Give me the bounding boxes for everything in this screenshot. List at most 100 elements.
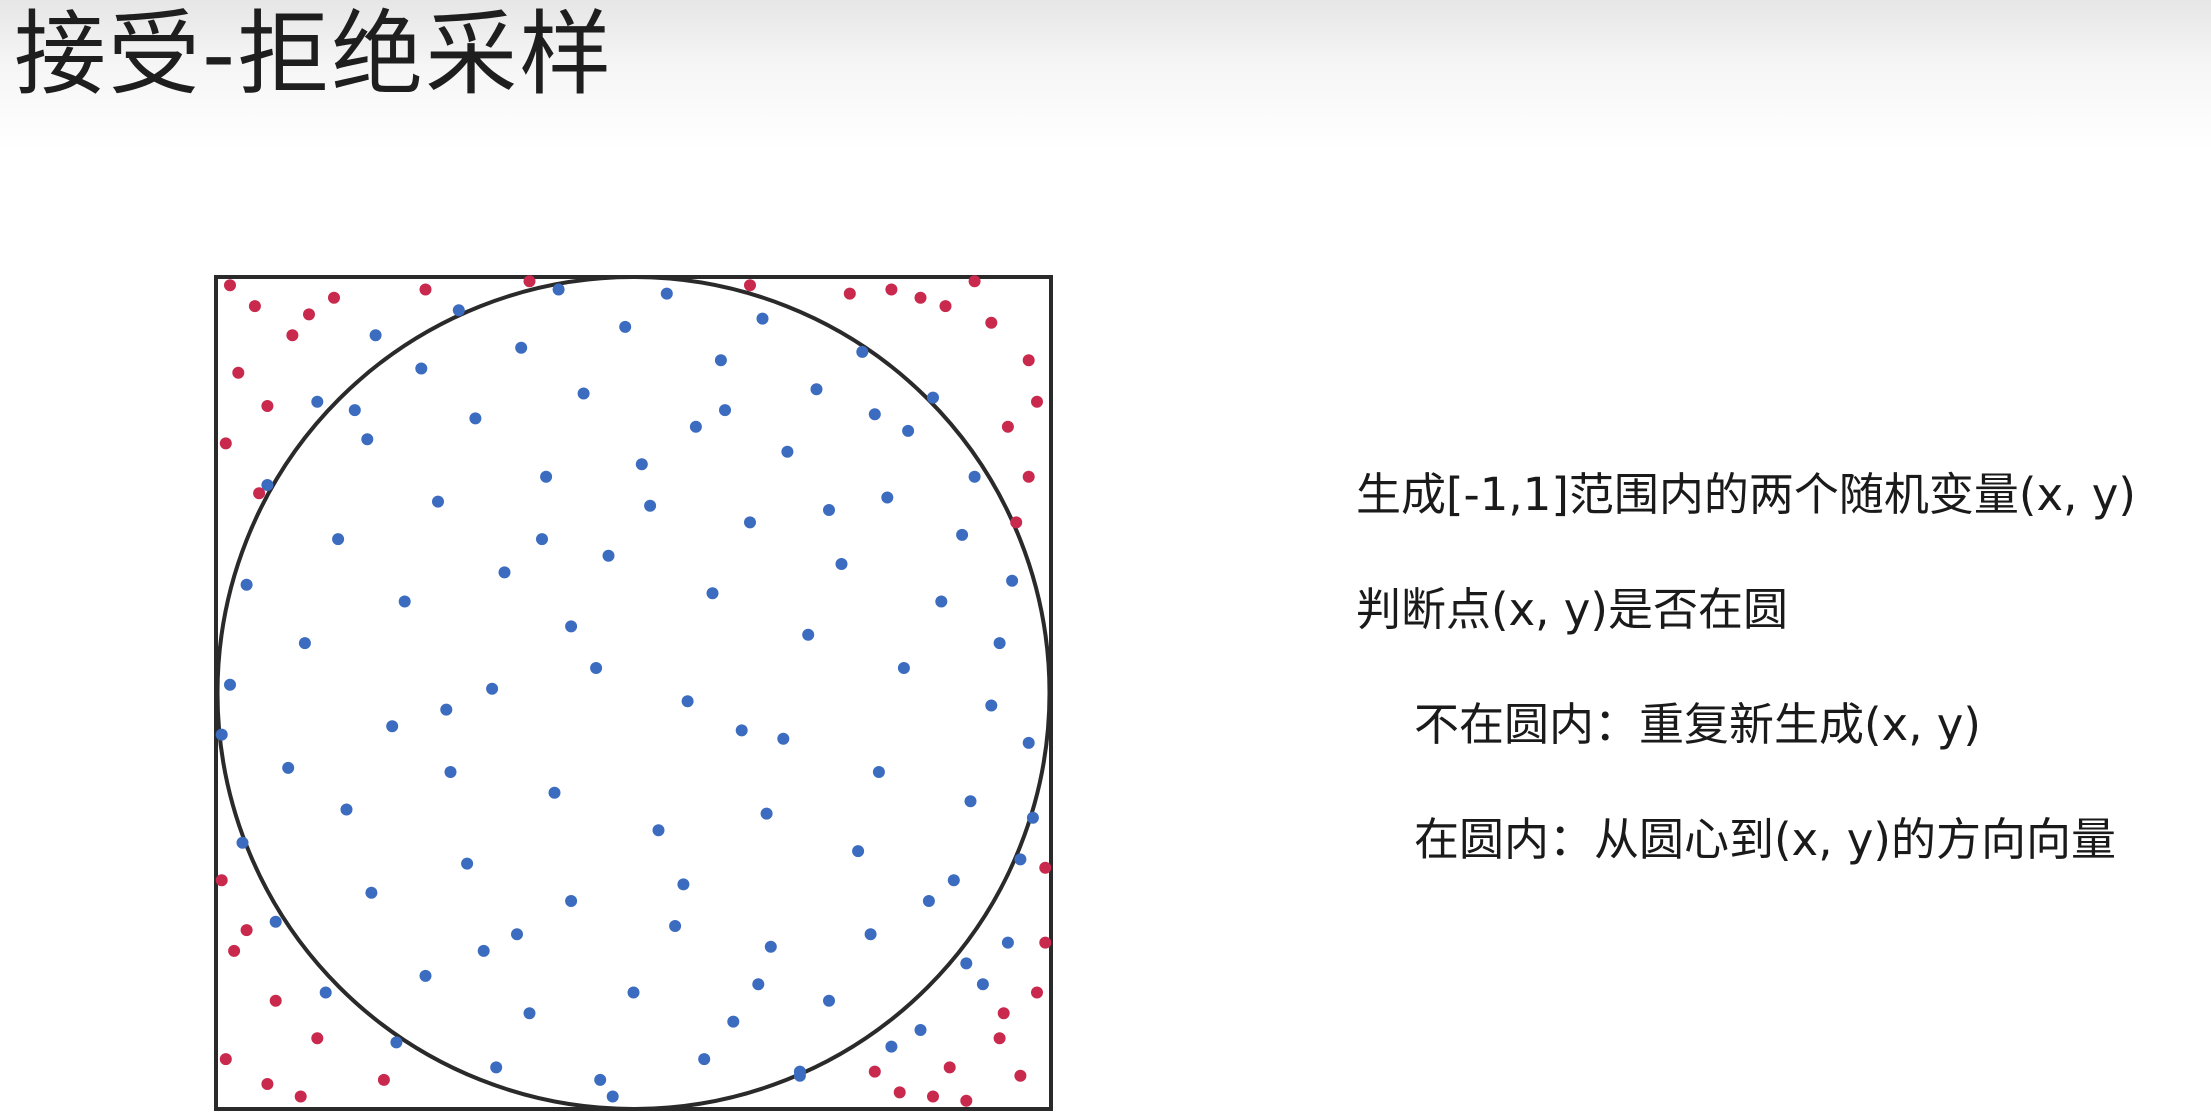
slide-title: 接受-拒绝采样 xyxy=(14,1,614,108)
rejected-point xyxy=(261,1078,274,1090)
accepted-point xyxy=(968,470,981,483)
rejected-point xyxy=(744,279,756,292)
accepted-point xyxy=(511,928,523,941)
accepted-point xyxy=(852,845,865,858)
accepted-point xyxy=(390,1036,403,1049)
rejected-point xyxy=(269,994,282,1007)
accepted-point xyxy=(777,732,790,745)
rejected-point xyxy=(286,329,299,342)
accepted-point xyxy=(452,304,465,317)
rejected-point xyxy=(1022,470,1035,483)
accepted-point xyxy=(486,682,499,695)
accepted-point xyxy=(365,886,378,899)
accepted-point xyxy=(835,558,848,570)
accepted-point xyxy=(947,874,960,887)
accepted-point xyxy=(914,1024,927,1036)
accepted-point xyxy=(714,354,727,367)
accepted-point xyxy=(461,857,474,870)
accepted-point xyxy=(856,345,869,358)
rejected-point xyxy=(419,283,432,296)
rejected-point xyxy=(914,291,927,304)
rejected-point xyxy=(240,924,253,937)
accepted-point xyxy=(993,637,1006,650)
accepted-point xyxy=(298,637,311,650)
rejected-point xyxy=(1022,354,1035,367)
accepted-point xyxy=(361,433,374,446)
rejected-point xyxy=(248,300,261,313)
rejected-point xyxy=(885,283,898,296)
square-boundary xyxy=(214,275,1053,1111)
algorithm-steps: 生成[-1,1]范围内的两个随机变量(x, y) 判断点(x, y)是否在圆 不… xyxy=(1356,465,2176,925)
rejected-point xyxy=(960,1094,973,1107)
accepted-point xyxy=(490,1061,503,1074)
accepted-point xyxy=(669,920,682,932)
accepted-point xyxy=(635,458,648,471)
rejected-point xyxy=(997,1007,1010,1020)
accepted-point xyxy=(810,383,823,396)
accepted-point xyxy=(960,957,973,970)
rejected-point xyxy=(943,1061,956,1074)
accepted-point xyxy=(552,283,565,296)
accepted-point xyxy=(215,728,228,741)
accepted-point xyxy=(756,312,769,325)
accepted-point xyxy=(282,761,295,774)
rejected-point xyxy=(843,287,856,300)
accepted-point xyxy=(1026,811,1039,824)
accepted-point xyxy=(419,969,432,982)
rejected-point xyxy=(303,308,315,321)
accepted-point xyxy=(540,470,553,483)
accepted-point xyxy=(823,504,835,516)
accepted-point xyxy=(956,528,969,541)
scatter-plot xyxy=(214,275,1053,1111)
accepted-point xyxy=(927,391,939,404)
accepted-point xyxy=(498,566,511,579)
accepted-point xyxy=(348,404,361,417)
accepted-point xyxy=(922,895,935,907)
accepted-point xyxy=(719,404,731,417)
rejected-point xyxy=(294,1090,307,1103)
accepted-point xyxy=(444,766,457,778)
rejected-point xyxy=(219,1053,232,1066)
accepted-point xyxy=(415,362,428,375)
accepted-point xyxy=(902,424,915,437)
accepted-point xyxy=(594,1073,607,1086)
accepted-point xyxy=(565,895,578,907)
rejected-point xyxy=(328,291,340,304)
accepted-point xyxy=(652,824,665,837)
rejected-point xyxy=(1039,861,1052,874)
rejected-point xyxy=(261,400,274,412)
rejected-point xyxy=(228,944,241,957)
accepted-point xyxy=(881,491,894,504)
accepted-point xyxy=(548,786,561,799)
accepted-point xyxy=(240,578,253,591)
step-outside-resample: 不在圆内：重复新生成(x, y) xyxy=(1414,698,1981,751)
accepted-point xyxy=(319,986,332,999)
accepted-point xyxy=(311,395,324,408)
accepted-point xyxy=(224,678,236,691)
rejected-point xyxy=(377,1073,390,1086)
rejected-point xyxy=(985,316,998,329)
accepted-point xyxy=(340,803,353,816)
accepted-point xyxy=(469,412,482,425)
rejected-point xyxy=(1010,516,1023,529)
accepted-point xyxy=(744,516,756,529)
accepted-point xyxy=(369,329,382,342)
accepted-point xyxy=(698,1053,711,1066)
rejected-point xyxy=(968,275,981,288)
accepted-point xyxy=(885,1040,898,1053)
step-check-inside: 判断点(x, y)是否在圆 xyxy=(1356,583,1788,636)
rejected-point xyxy=(927,1090,939,1103)
accepted-point xyxy=(864,928,877,941)
accepted-point xyxy=(964,795,977,808)
rejected-point xyxy=(224,279,236,292)
accepted-point xyxy=(802,628,815,641)
accepted-point xyxy=(398,595,411,608)
rejected-point xyxy=(939,300,952,313)
accepted-point xyxy=(536,533,548,546)
rejected-point xyxy=(1001,420,1014,433)
accepted-point xyxy=(515,341,528,354)
rejected-point xyxy=(219,437,232,450)
rejected-point xyxy=(232,366,245,379)
accepted-point xyxy=(432,495,444,508)
accepted-point xyxy=(577,387,590,400)
